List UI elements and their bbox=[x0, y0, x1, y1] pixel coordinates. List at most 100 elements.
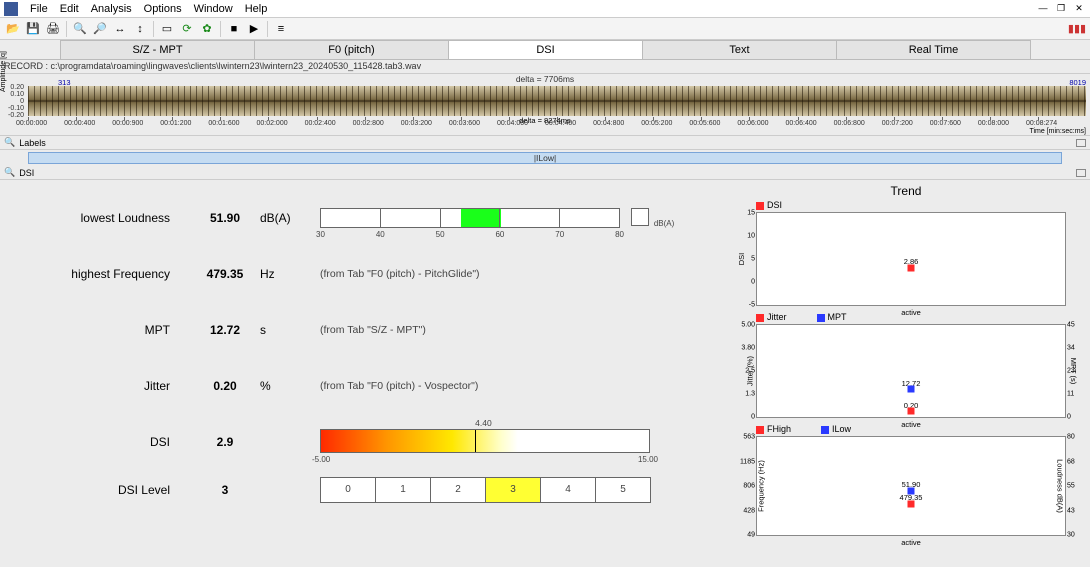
stop-button[interactable]: ■ bbox=[225, 20, 243, 38]
menu-window[interactable]: Window bbox=[188, 2, 239, 16]
y-axis-label-left: Frequency (Hz) bbox=[756, 460, 765, 512]
loudness-grid bbox=[321, 209, 619, 227]
tabs: S/Z - MPT F0 (pitch) DSI Text Real Time bbox=[0, 40, 1090, 60]
bars-icon[interactable]: ▮▮▮ bbox=[1068, 20, 1086, 38]
delta-label-top: delta = 7706ms bbox=[0, 74, 1090, 84]
list-button[interactable]: ≡ bbox=[272, 20, 290, 38]
print-button[interactable]: 🖨 bbox=[44, 20, 62, 38]
y-tick-left: 0 bbox=[751, 414, 755, 421]
param-value: 3 bbox=[190, 483, 260, 497]
param-label: lowest Loudness bbox=[40, 211, 190, 225]
data-point bbox=[908, 265, 915, 272]
tick: 70 bbox=[555, 230, 564, 239]
time-tick-label: 00:05:600 bbox=[689, 120, 720, 127]
zoom-vert-button[interactable]: ↕ bbox=[131, 20, 149, 38]
menu-analysis[interactable]: Analysis bbox=[85, 2, 138, 16]
y-tick-right: 45 bbox=[1067, 322, 1075, 329]
menu-options[interactable]: Options bbox=[138, 2, 188, 16]
y-tick-left: 10 bbox=[747, 233, 755, 240]
time-tick-label: 00:04:800 bbox=[593, 120, 624, 127]
level-box-3[interactable]: 3 bbox=[485, 477, 541, 503]
window-controls: — ❐ ✕ bbox=[1036, 1, 1086, 15]
y-tick-left: 806 bbox=[743, 483, 755, 490]
tab-realtime[interactable]: Real Time bbox=[836, 40, 1031, 59]
y-tick-left: -5 bbox=[749, 302, 755, 309]
param-value: 2.9 bbox=[190, 435, 260, 449]
y-tick-right: 34 bbox=[1067, 345, 1075, 352]
waveform-track[interactable]: 313 8019 bbox=[28, 86, 1086, 116]
loudness-aux-box bbox=[631, 208, 649, 226]
restore-icon[interactable]: ❐ bbox=[1054, 1, 1068, 15]
level-box-1[interactable]: 1 bbox=[375, 477, 431, 503]
dsi-ticks: -5.00 15.00 bbox=[312, 455, 658, 464]
param-value: 0.20 bbox=[190, 379, 260, 393]
menu-help[interactable]: Help bbox=[239, 2, 274, 16]
gear-button[interactable]: ✿ bbox=[198, 20, 216, 38]
y-tick-left: 0 bbox=[751, 279, 755, 286]
toolbar: 📂 💾 🖨 🔍 🔎 ↔ ↕ ▭ ⟳ ✿ ■ ▶ ≡ ▮▮▮ bbox=[0, 18, 1090, 40]
legend-item: DSI bbox=[756, 200, 782, 210]
section-title: Labels bbox=[19, 138, 46, 148]
y-tick-right: 0 bbox=[1067, 414, 1071, 421]
y-tick-right: 23 bbox=[1067, 368, 1075, 375]
chart-plot: Jitter (%)MPT (s)active5.003.802.51.3045… bbox=[756, 324, 1066, 418]
expand-icon[interactable] bbox=[1076, 139, 1086, 147]
tab-f0-pitch[interactable]: F0 (pitch) bbox=[254, 40, 449, 59]
select-button[interactable]: ▭ bbox=[158, 20, 176, 38]
label-segment-ilow[interactable]: |ILow| bbox=[28, 152, 1062, 164]
zoom-horiz-button[interactable]: ↔ bbox=[111, 20, 129, 38]
minimize-icon[interactable]: — bbox=[1036, 1, 1050, 15]
magnifier-icon[interactable]: 🔍 bbox=[4, 167, 15, 178]
loudness-ticks: 30 40 50 60 70 80 bbox=[316, 230, 624, 239]
dsi-gradient-bar: 4.40 bbox=[320, 429, 650, 453]
level-box-5[interactable]: 5 bbox=[595, 477, 651, 503]
param-label: highest Frequency bbox=[40, 267, 190, 281]
tick: 30 bbox=[316, 230, 325, 239]
time-tick-label: 00:08:274 bbox=[1026, 120, 1057, 127]
level-box-4[interactable]: 4 bbox=[540, 477, 596, 503]
trend-chart: FHighILowFrequency (Hz)Loudness dB(A)act… bbox=[730, 424, 1082, 536]
tab-sz-mpt[interactable]: S/Z - MPT bbox=[60, 40, 255, 59]
time-unit-label: Time [min:sec:ms] bbox=[1029, 128, 1086, 135]
y-tick-right: 30 bbox=[1067, 532, 1075, 539]
level-box-0[interactable]: 0 bbox=[320, 477, 376, 503]
time-tick-label: 00:07:600 bbox=[930, 120, 961, 127]
menu-edit[interactable]: Edit bbox=[54, 2, 85, 16]
menu-file[interactable]: File bbox=[24, 2, 54, 16]
param-note: (from Tab "S/Z - MPT") bbox=[320, 324, 720, 336]
label-track: |ILow| bbox=[0, 150, 1090, 166]
y-tick-right: 68 bbox=[1067, 458, 1075, 465]
save-button[interactable]: 💾 bbox=[24, 20, 42, 38]
param-label: Jitter bbox=[40, 379, 190, 393]
param-unit: Hz bbox=[260, 267, 320, 281]
y-tick-left: 49 bbox=[747, 532, 755, 539]
time-tick-label: 00:01:600 bbox=[208, 120, 239, 127]
expand-icon[interactable] bbox=[1076, 169, 1086, 177]
y-tick-left: 563 bbox=[743, 434, 755, 441]
record-path: RECORD : c:\programdata\roaming\lingwave… bbox=[0, 60, 1090, 74]
time-tick-label: 00:06:800 bbox=[834, 120, 865, 127]
y-tick-right: 11 bbox=[1067, 391, 1074, 398]
tab-text[interactable]: Text bbox=[642, 40, 837, 59]
y-tick-right: 55 bbox=[1067, 483, 1075, 490]
close-icon[interactable]: ✕ bbox=[1072, 1, 1086, 15]
time-tick-label: 00:06:400 bbox=[786, 120, 817, 127]
chart-plot: Frequency (Hz)Loudness dB(A)active563118… bbox=[756, 436, 1066, 536]
loudness-bar bbox=[320, 208, 620, 228]
row-dsi: DSI 2.9 4.40 -5.00 15.00 bbox=[40, 414, 720, 470]
refresh-button[interactable]: ⟳ bbox=[178, 20, 196, 38]
loudness-bar-wrap: 30 40 50 60 70 80 dB(A) bbox=[320, 208, 720, 228]
tick: -5.00 bbox=[312, 455, 330, 464]
zoom-in-button[interactable]: 🔍 bbox=[71, 20, 89, 38]
x-axis-label: active bbox=[757, 308, 1065, 317]
tab-dsi[interactable]: DSI bbox=[448, 40, 643, 59]
y-tick-left: 5.00 bbox=[741, 322, 755, 329]
play-button[interactable]: ▶ bbox=[245, 20, 263, 38]
magnifier-icon[interactable]: 🔍 bbox=[4, 137, 15, 148]
dsi-level-boxes: 0 1 2 3 4 5 bbox=[320, 477, 650, 503]
zoom-out-button[interactable]: 🔎 bbox=[91, 20, 109, 38]
row-lowest-loudness: lowest Loudness 51.90 dB(A) 30 40 50 60 … bbox=[40, 190, 720, 246]
open-button[interactable]: 📂 bbox=[4, 20, 22, 38]
level-box-2[interactable]: 2 bbox=[430, 477, 486, 503]
time-tick-label: 00:03:200 bbox=[401, 120, 432, 127]
